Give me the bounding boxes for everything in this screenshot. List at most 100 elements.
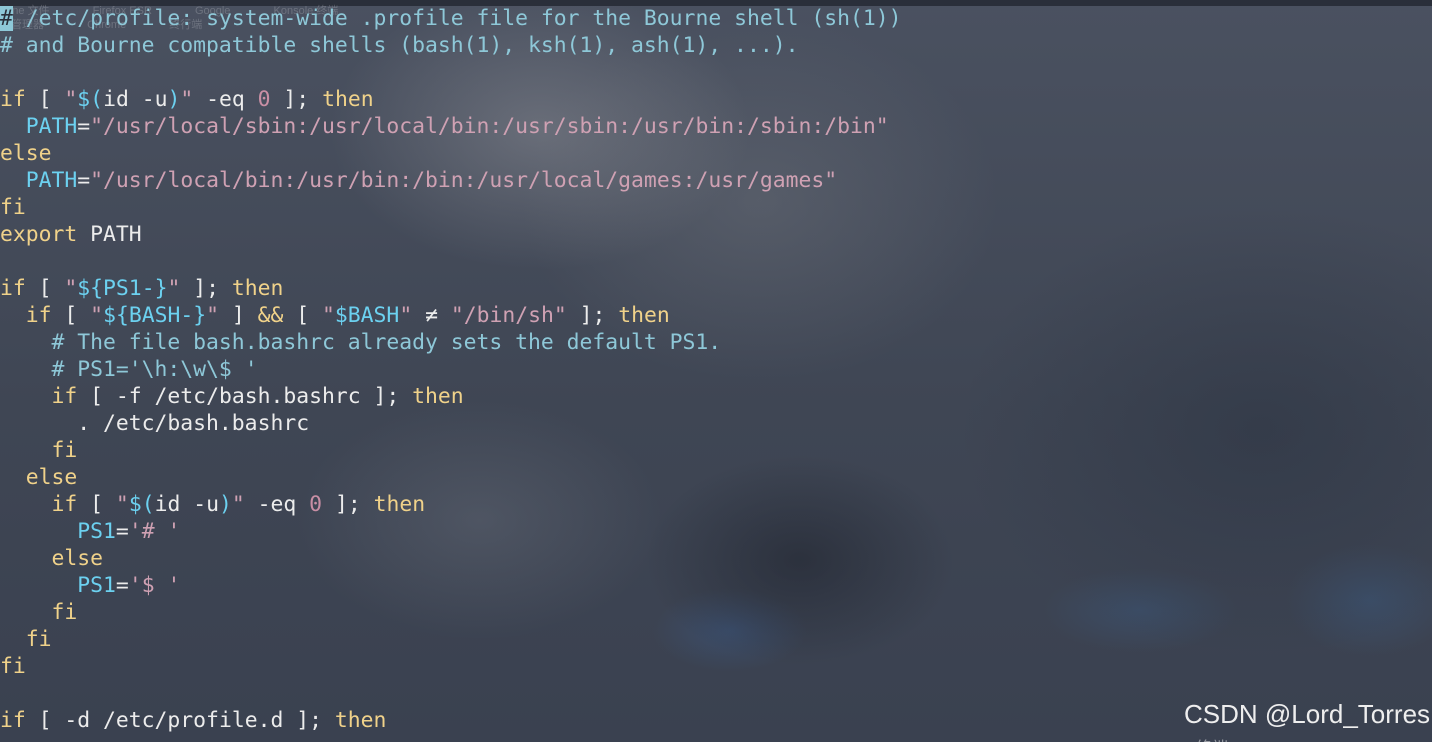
string-token: ": [180, 87, 194, 112]
keyword-token: then: [231, 276, 284, 301]
plain-token: =: [115, 519, 129, 544]
plain-token: ];: [322, 492, 374, 517]
code-line[interactable]: else: [0, 464, 902, 491]
plain-token: [ -f /etc/bash.bashrc ];: [77, 384, 413, 409]
plain-token: =: [77, 168, 91, 193]
variable-token: PS1: [77, 519, 116, 544]
code-line[interactable]: # The file bash.bashrc already sets the …: [0, 329, 902, 356]
keyword-token: if: [0, 87, 26, 112]
code-line[interactable]: if [ -d /etc/profile.d ]; then: [0, 707, 902, 734]
keyword-token: if: [51, 492, 78, 517]
variable-token: ${BASH-}: [103, 303, 207, 328]
keyword-token: then: [412, 384, 464, 409]
code-line[interactable]: else: [0, 545, 902, 572]
code-line[interactable]: fi: [0, 626, 902, 653]
plain-token: ];: [270, 87, 323, 112]
code-line[interactable]: fi: [0, 653, 902, 680]
plain-token: [: [25, 276, 65, 301]
code-line[interactable]: if [ "${PS1-}" ]; then: [0, 275, 902, 302]
keyword-token: if: [51, 384, 78, 409]
code-line[interactable]: if [ "${BASH-}" ] && [ "$BASH" ≠ "/bin/s…: [0, 302, 902, 329]
number-token: 0: [309, 492, 323, 517]
keyword-token: if: [25, 303, 52, 328]
keyword-token: then: [322, 87, 374, 112]
plain-token: ]: [218, 303, 258, 328]
code-line[interactable]: else: [0, 140, 902, 167]
keyword-token: then: [373, 492, 426, 517]
plain-token: =: [115, 573, 129, 598]
code-line[interactable]: # and Bourne compatible shells (bash(1),…: [0, 32, 902, 59]
keyword-token: then: [618, 303, 670, 328]
code-line[interactable]: PS1='# ': [0, 518, 902, 545]
string-token: "/usr/local/bin:/usr/bin:/bin:/usr/local…: [90, 168, 838, 193]
editor-text-area[interactable]: # /etc/profile: system-wide .profile fil…: [0, 5, 902, 734]
bottom-text-fragment: 终端: [1196, 734, 1416, 742]
code-line[interactable]: PS1='$ ': [0, 572, 902, 599]
keyword-token: else: [51, 546, 104, 571]
string-token: ": [231, 492, 245, 517]
keyword-token: fi: [25, 627, 52, 652]
code-line[interactable]: if [ "$(id -u)" -eq 0 ]; then: [0, 86, 902, 113]
string-token: ": [167, 276, 181, 301]
number-token: 0: [257, 87, 271, 112]
variable-token: PATH: [25, 168, 78, 193]
string-token: ": [90, 303, 104, 328]
comment-token: # The file bash.bashrc already sets the …: [51, 330, 722, 355]
string-token: ": [115, 492, 129, 517]
code-line[interactable]: fi: [0, 194, 902, 221]
plain-token: ];: [566, 303, 619, 328]
code-line[interactable]: if [ -f /etc/bash.bashrc ]; then: [0, 383, 902, 410]
code-line[interactable]: PATH="/usr/local/sbin:/usr/local/bin:/us…: [0, 113, 902, 140]
text-cursor: #: [0, 6, 13, 31]
comment-token: # and Bourne compatible shells (bash(1),…: [0, 33, 799, 58]
variable-token: ): [218, 492, 232, 517]
code-line[interactable]: PATH="/usr/local/bin:/usr/bin:/bin:/usr/…: [0, 167, 902, 194]
plain-token: -eq: [193, 87, 258, 112]
code-line[interactable]: # PS1='\h:\w\$ ': [0, 356, 902, 383]
variable-token: PATH: [25, 114, 78, 139]
keyword-token: then: [334, 708, 387, 733]
code-line[interactable]: export PATH: [0, 221, 902, 248]
keyword-token: if: [0, 276, 26, 301]
code-line[interactable]: # /etc/profile: system-wide .profile fil…: [0, 5, 902, 32]
variable-token: $BASH: [334, 303, 400, 328]
string-token: ": [64, 87, 78, 112]
keyword-token: fi: [51, 600, 78, 625]
code-line[interactable]: . /etc/bash.bashrc: [0, 410, 902, 437]
plain-token: [: [77, 492, 116, 517]
keyword-token: &&: [257, 303, 284, 328]
string-token: ": [64, 276, 78, 301]
code-line[interactable]: if [ "$(id -u)" -eq 0 ]; then: [0, 491, 902, 518]
plain-token: PATH: [77, 222, 142, 247]
plain-token: ≠: [412, 303, 451, 328]
plain-token: ];: [180, 276, 232, 301]
plain-token: . /etc/bash.bashrc: [0, 411, 310, 436]
code-line[interactable]: [0, 248, 902, 275]
keyword-token: fi: [0, 654, 26, 679]
code-line[interactable]: fi: [0, 437, 902, 464]
string-token: ": [399, 303, 413, 328]
variable-token: $(: [77, 87, 104, 112]
comment-token: # PS1='\h:\w\$ ': [51, 357, 258, 382]
code-line[interactable]: [0, 680, 902, 707]
code-line[interactable]: fi: [0, 599, 902, 626]
code-line[interactable]: [0, 59, 902, 86]
string-token: ": [322, 303, 335, 328]
plain-token: [ -d /etc/profile.d ];: [25, 708, 335, 733]
string-token: "/bin/sh": [450, 303, 567, 328]
plain-token: [: [283, 303, 323, 328]
variable-token: PS1: [77, 573, 116, 598]
csdn-watermark: CSDN @Lord_Torres: [1184, 699, 1431, 729]
